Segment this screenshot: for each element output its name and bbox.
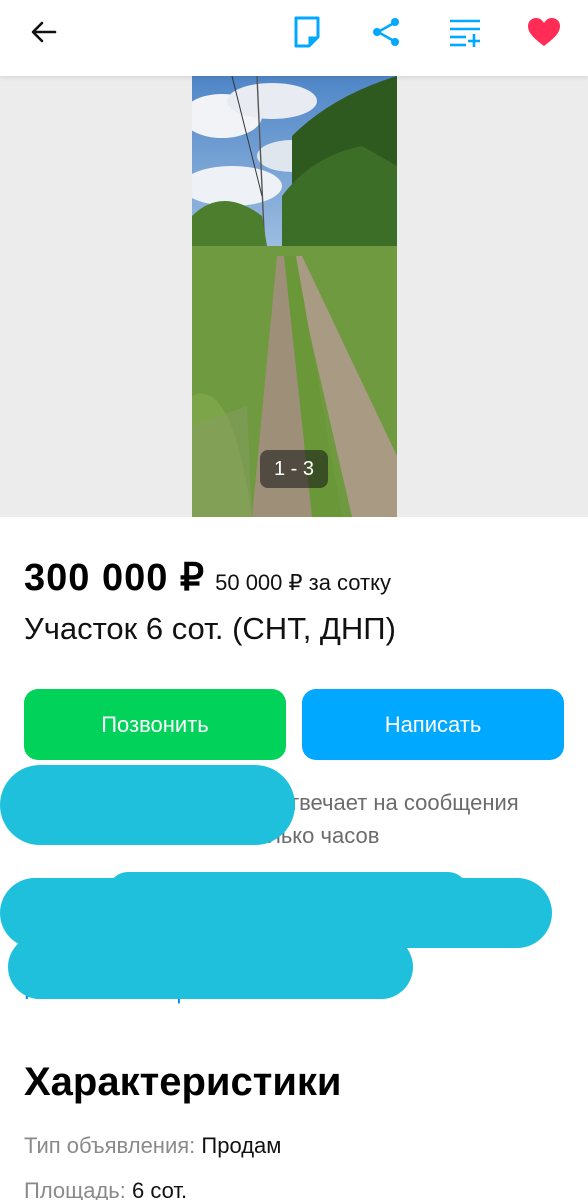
photo-gallery[interactable]: 1 - 3	[0, 76, 588, 517]
photo-counter: 1 - 3	[260, 450, 328, 488]
back-button[interactable]	[20, 8, 68, 56]
char-value: Продам	[201, 1133, 282, 1158]
compare-icon	[450, 19, 480, 47]
char-value: 6 сот.	[132, 1178, 188, 1200]
heart-icon	[528, 18, 560, 46]
top-bar	[0, 0, 588, 76]
redaction-scribble	[8, 935, 413, 999]
back-arrow-icon	[31, 21, 57, 43]
char-row-type: Тип объявления: Продам	[24, 1133, 281, 1159]
char-row-area: Площадь: 6 сот.	[24, 1178, 187, 1200]
favorite-button[interactable]	[520, 8, 568, 56]
share-icon	[373, 18, 399, 46]
compare-button[interactable]	[441, 8, 489, 56]
redaction-scribble	[108, 872, 468, 912]
redaction-scribble	[0, 765, 295, 845]
price: 300 000 ₽	[24, 557, 206, 599]
price-row: 300 000 ₽ 50 000 ₽ за сотку	[24, 555, 391, 600]
call-button[interactable]: Позвонить	[24, 689, 286, 760]
char-key: Тип объявления:	[24, 1133, 202, 1158]
price-per-sotka: 50 000 ₽ за сотку	[215, 570, 392, 595]
note-icon	[294, 16, 320, 48]
char-key: Площадь:	[24, 1178, 132, 1200]
listing-title: Участок 6 сот. (СНТ, ДНП)	[24, 611, 396, 646]
characteristics-title: Характеристики	[24, 1060, 342, 1104]
write-button[interactable]: Написать	[302, 689, 564, 760]
note-button[interactable]	[283, 8, 331, 56]
share-button[interactable]	[362, 8, 410, 56]
